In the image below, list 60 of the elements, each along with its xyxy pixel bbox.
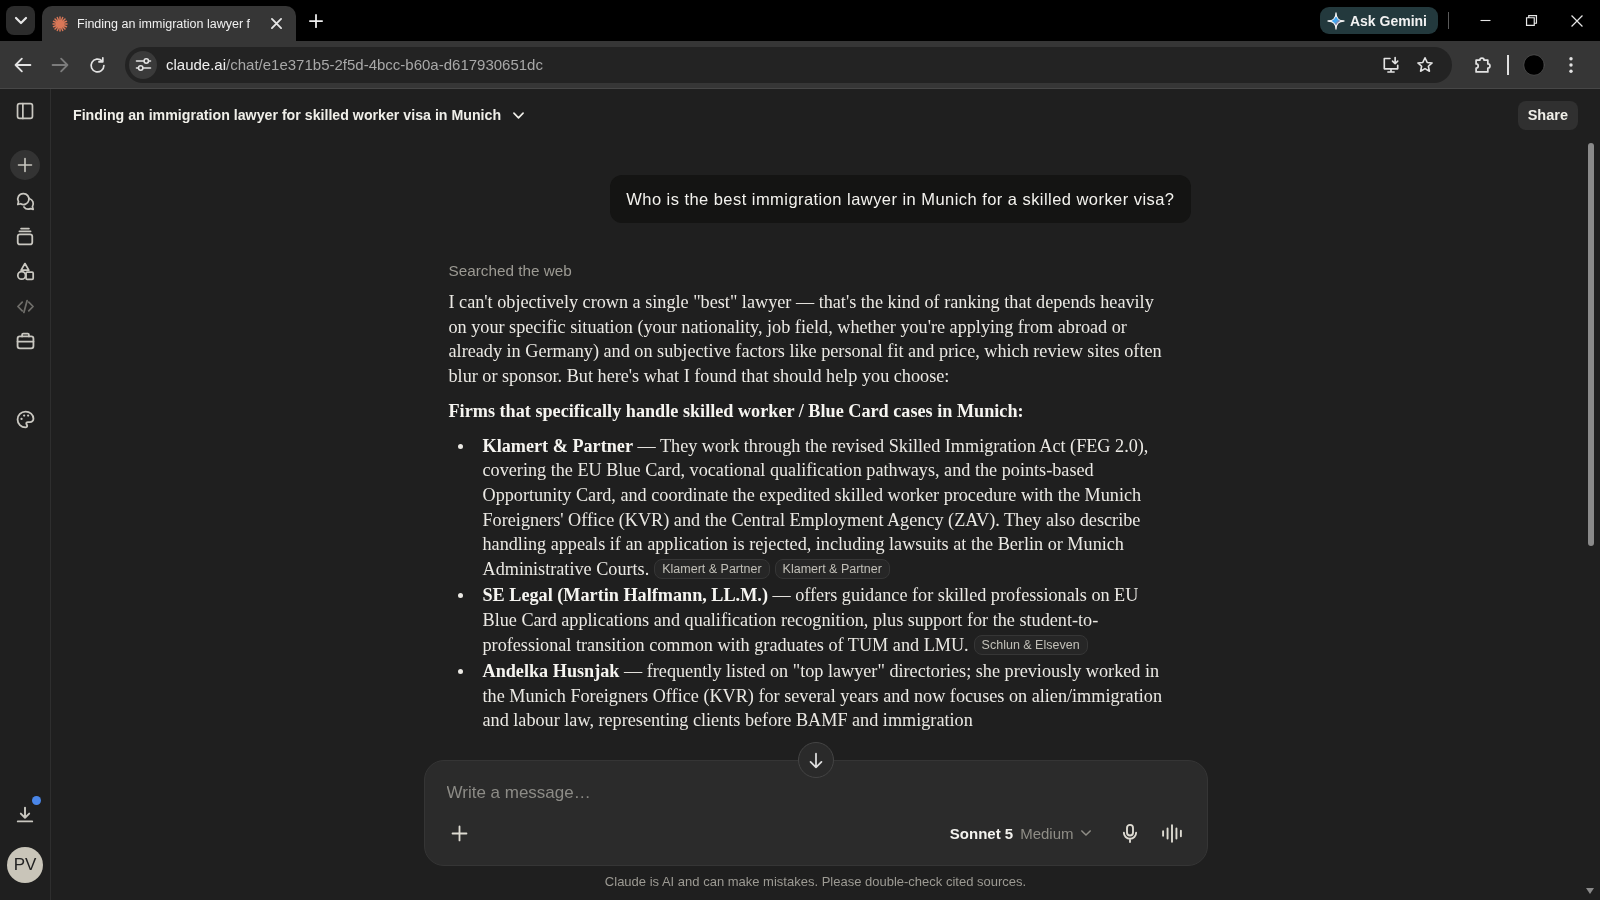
model-selector[interactable]: Sonnet 5 Medium bbox=[949, 818, 1091, 848]
share-button[interactable]: Share bbox=[1517, 100, 1578, 130]
browser-tab[interactable]: Finding an immigration lawyer f bbox=[42, 6, 296, 41]
restore-icon bbox=[1525, 15, 1537, 26]
shapes-icon bbox=[16, 262, 34, 280]
chat-title-button[interactable]: Finding an immigration lawyer for skilled worker visa in Munich bbox=[73, 107, 525, 123]
new-chat-button[interactable] bbox=[10, 150, 40, 180]
panel-icon bbox=[17, 103, 33, 119]
bullet-icon bbox=[457, 593, 463, 599]
stack-icon bbox=[17, 227, 33, 245]
list-item-text: SE Legal (Martin Halfmann, LL.M.) — offers guidance for skilled professionals on EU Blue Card applications and qualification recognition, plus support for the student-to-professional transition common with graduates of TUM and LMU. Schlun & Elseven bbox=[482, 584, 1140, 657]
user-message: Who is the best immigration lawyer in Munich for a skilled worker visa? bbox=[610, 175, 1191, 223]
profile-avatar-icon bbox=[1523, 53, 1545, 76]
briefcase-icon bbox=[16, 333, 34, 349]
bullet-icon bbox=[457, 668, 463, 674]
site-info-button[interactable] bbox=[129, 50, 157, 79]
microphone-icon bbox=[1122, 823, 1137, 843]
ask-gemini-button[interactable]: Ask Gemini bbox=[1319, 7, 1438, 34]
back-arrow-icon bbox=[15, 57, 31, 72]
plus-icon bbox=[18, 158, 32, 172]
sliders-icon bbox=[135, 58, 151, 71]
message-input[interactable]: Write a message… bbox=[446, 780, 807, 806]
monitor-download-icon bbox=[1383, 56, 1399, 73]
speech-bubbles-icon bbox=[16, 192, 34, 210]
citation-link[interactable]: Klamert & Partner bbox=[774, 559, 890, 580]
scroll-arrow-icon[interactable] bbox=[1586, 888, 1594, 894]
caret-icon bbox=[14, 17, 27, 24]
account-avatar-button[interactable]: PV bbox=[7, 847, 43, 883]
code-icon bbox=[16, 299, 34, 313]
citation-link[interactable]: Klamert & Partner bbox=[654, 559, 770, 580]
star-icon bbox=[1417, 57, 1433, 72]
address-bar[interactable]: claude.ai/chat/e1e371b5-2f5d-4bcc-b60a-d617930651dc bbox=[125, 46, 1452, 83]
download-icon bbox=[17, 806, 33, 822]
sparkle-icon bbox=[1327, 12, 1344, 29]
reload-icon bbox=[89, 56, 105, 73]
bullet-icon bbox=[457, 443, 463, 449]
response-paragraph: I can't objectively crown a single "best" lawyer — that's the kind of ranking that depends heavily on your specific situation (your nationality, job field, whether you're applying from abroad or already in Germany) and on subjective factors like personal fit and price, which review sites often blur or sponsor. But here's what I found that should help you choose: bbox=[448, 291, 1163, 389]
list-item-text: Klamert & Partner — They work through the revised Skilled Immigration Act (FEG 2.0), covering the EU Blue Card, vocational qualification pathways, and the points-based Opportunity Card, and coordinate the expedited skilled worker procedure with the Munich Foreigners' Office (KVR) and the Central Employment Agency (ZAV). They also describe handling appeals if an application is rejected, including lawsuits at the Berlin or Munich Administrative Courts. Klamert & Partner Klamert & Partner bbox=[482, 434, 1150, 582]
close-icon bbox=[1571, 14, 1583, 27]
forward-arrow-icon bbox=[52, 57, 68, 72]
arrow-down-icon bbox=[809, 752, 822, 768]
waveform-icon bbox=[1161, 823, 1182, 843]
scrollbar-thumb[interactable] bbox=[1588, 143, 1594, 546]
puzzle-icon bbox=[1474, 56, 1490, 73]
caret-icon bbox=[1080, 830, 1091, 836]
tab-search-button[interactable] bbox=[6, 6, 35, 35]
palette-icon bbox=[16, 410, 34, 428]
more-vertical-icon bbox=[1569, 56, 1573, 73]
plus-icon bbox=[309, 13, 323, 28]
list-item-text: Andelka Husnjak — frequently listed on "top lawyer" directories; she previously worked in the Munich Foreigners Office (KVR) for several years and now focuses on alien/immigration and labour law, representing clients before BAMF and immigration bbox=[482, 659, 1163, 733]
section-heading: Firms that specifically handle skilled worker / Blue Card cases in Munich: bbox=[448, 399, 1025, 423]
web-search-toggle[interactable]: Searched the web bbox=[448, 261, 572, 281]
close-icon bbox=[270, 18, 282, 29]
disclaimer-text: Claude is AI and can make mistakes. Please double-check cited sources. bbox=[603, 874, 1028, 891]
caret-icon bbox=[513, 111, 525, 119]
plus-icon bbox=[452, 825, 467, 841]
scroll-down-button[interactable] bbox=[797, 742, 834, 778]
starburst-icon bbox=[52, 15, 68, 32]
minimize-icon bbox=[1479, 20, 1491, 21]
citation-link[interactable]: Schlun & Elseven bbox=[973, 634, 1088, 655]
